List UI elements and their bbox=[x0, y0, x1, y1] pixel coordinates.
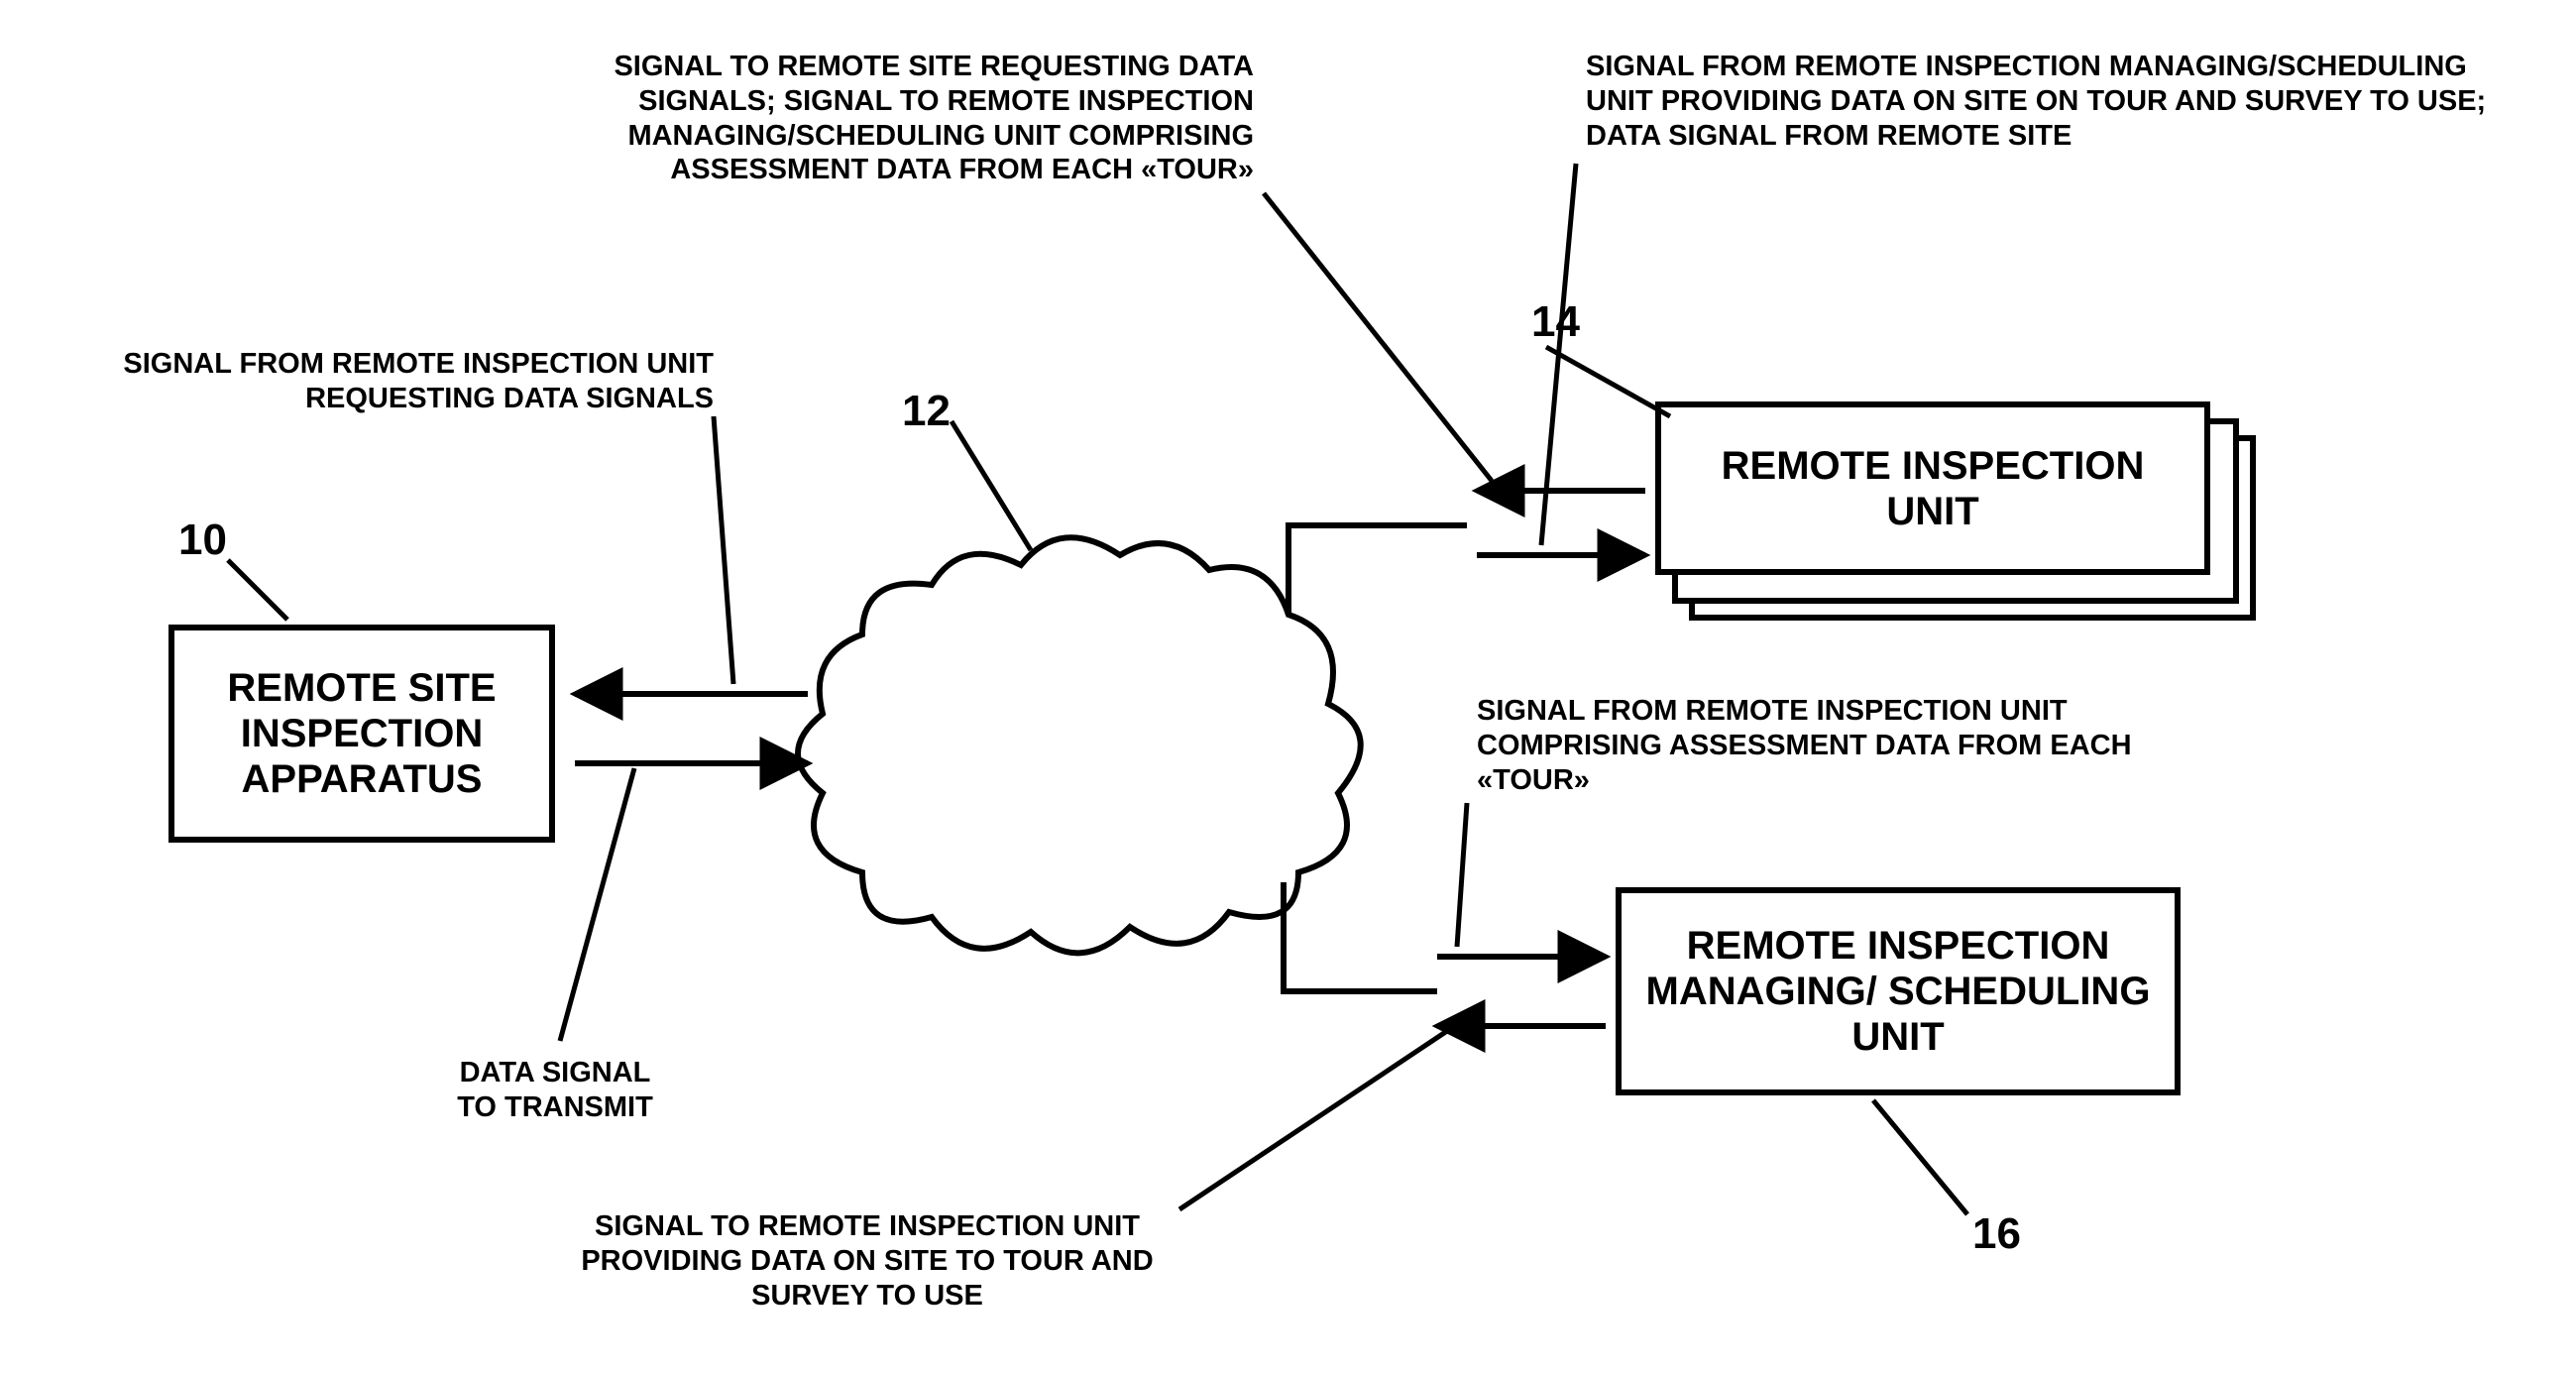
box-remote-site-inspection-apparatus: REMOTE SITE INSPECTION APPARATUS bbox=[168, 625, 555, 843]
leader-a2 bbox=[1541, 164, 1576, 545]
diagram-stage: 10 12 14 16 REMOTE SITE INSPECTION APPAR… bbox=[0, 0, 2576, 1373]
refnum-14: 14 bbox=[1531, 297, 1580, 347]
label-remote-inspection-managing: REMOTE INSPECTION MANAGING/ SCHEDULING U… bbox=[1641, 923, 2155, 1060]
annotation-a6: SIGNAL TO REMOTE INSPECTION UNIT PROVIDI… bbox=[545, 1209, 1189, 1313]
annotation-a2: SIGNAL FROM REMOTE INSPECTION MANAGING/S… bbox=[1586, 50, 2557, 153]
label-network: NETWORK bbox=[996, 674, 1211, 722]
annotation-a1: SIGNAL TO REMOTE SITE REQUESTING DATA SI… bbox=[540, 50, 1254, 187]
leader-a6 bbox=[1179, 1031, 1447, 1209]
network-cloud bbox=[798, 537, 1361, 953]
leader-16 bbox=[1873, 1100, 1967, 1214]
leader-a3 bbox=[714, 416, 733, 684]
refnum-16: 16 bbox=[1972, 1209, 2021, 1259]
label-remote-inspection-unit: REMOTE INSPECTION UNIT bbox=[1681, 443, 2184, 534]
leader-a4 bbox=[560, 768, 634, 1041]
annotation-a3: SIGNAL FROM REMOTE INSPECTION UNIT REQUE… bbox=[99, 347, 714, 416]
leader-a1 bbox=[1264, 193, 1492, 481]
refnum-12: 12 bbox=[902, 387, 951, 436]
box-remote-inspection-managing: REMOTE INSPECTION MANAGING/ SCHEDULING U… bbox=[1616, 887, 2181, 1095]
refnum-10: 10 bbox=[178, 515, 227, 565]
annotation-a4: DATA SIGNAL TO TRANSMIT bbox=[426, 1056, 684, 1125]
leader-a5 bbox=[1457, 803, 1467, 947]
annotation-a5: SIGNAL FROM REMOTE INSPECTION UNIT COMPR… bbox=[1477, 694, 2151, 797]
leader-10 bbox=[228, 560, 287, 620]
leader-12 bbox=[952, 421, 1031, 550]
leader-14 bbox=[1546, 347, 1670, 416]
connector-network-to-riu bbox=[1288, 525, 1467, 615]
label-remote-site: REMOTE SITE INSPECTION APPARATUS bbox=[194, 665, 529, 802]
connector-network-to-rimsu bbox=[1284, 882, 1437, 991]
box-remote-inspection-unit-stack: REMOTE INSPECTION UNIT bbox=[1655, 401, 2210, 575]
